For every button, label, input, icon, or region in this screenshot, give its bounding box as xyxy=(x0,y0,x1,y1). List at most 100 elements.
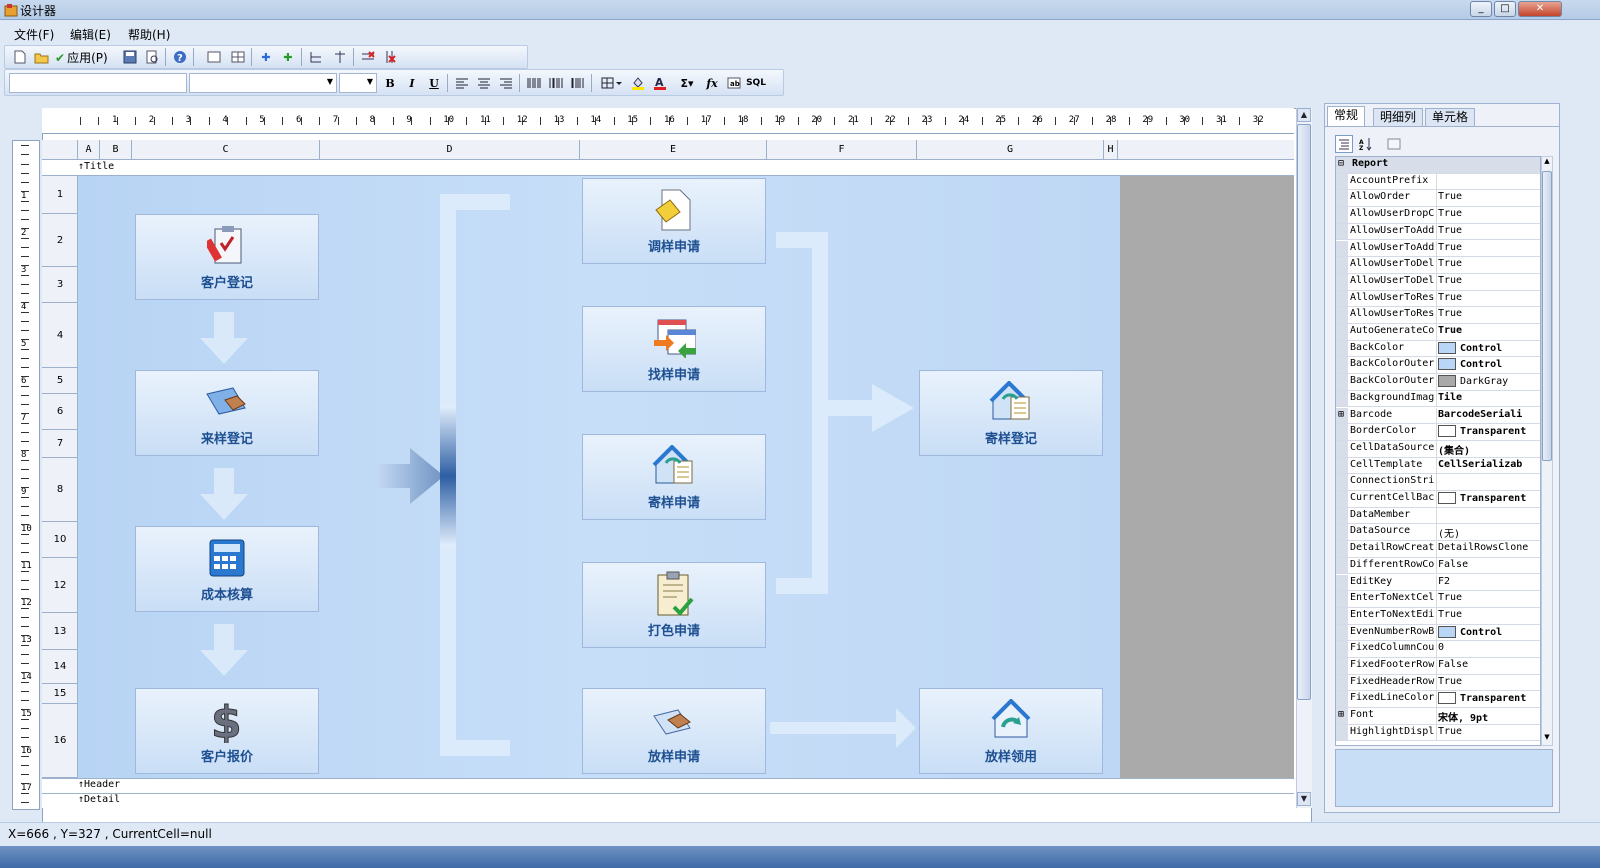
tree-down-icon[interactable] xyxy=(331,48,349,66)
property-value[interactable]: DetailRowsClone xyxy=(1438,542,1538,553)
property-value[interactable]: True xyxy=(1438,242,1538,253)
property-value[interactable]: Control xyxy=(1438,358,1538,371)
row-header-cell[interactable]: 6 xyxy=(42,394,78,430)
card-sample-send[interactable]: 寄样申请 xyxy=(582,434,766,520)
property-row[interactable]: HighlightDispl True xyxy=(1336,724,1540,742)
scroll-up-icon[interactable]: ▲ xyxy=(1297,108,1311,122)
property-row[interactable]: FixedColumnCou 0 xyxy=(1336,641,1540,658)
property-row[interactable]: FixedLineColor Transparent xyxy=(1336,691,1540,709)
property-value[interactable]: False xyxy=(1438,659,1538,670)
property-value[interactable]: True xyxy=(1438,275,1538,286)
tree-left-icon[interactable] xyxy=(307,48,325,66)
property-row[interactable]: FixedHeaderRow True xyxy=(1336,674,1540,692)
property-value[interactable]: Control xyxy=(1438,625,1538,638)
menu-file[interactable]: 文件(F) xyxy=(14,26,54,43)
corner-cell[interactable] xyxy=(42,140,78,159)
grid-frame-icon[interactable] xyxy=(229,48,247,66)
property-row[interactable]: AllowUserToAdd True xyxy=(1336,240,1540,258)
property-row[interactable]: BackColorOuter DarkGray xyxy=(1336,374,1540,391)
open-icon[interactable] xyxy=(33,48,51,66)
column-header-cell[interactable]: B xyxy=(100,140,132,159)
property-value[interactable]: (集合) xyxy=(1438,442,1538,457)
align-right-icon[interactable] xyxy=(497,74,515,92)
row-header-cell[interactable]: 15 xyxy=(42,684,78,704)
property-value[interactable]: CellSerializab xyxy=(1438,459,1538,470)
font-color-icon[interactable]: A xyxy=(651,74,669,92)
property-value[interactable]: BarcodeSeriali xyxy=(1438,409,1538,420)
property-row[interactable]: AllowUserToRes True xyxy=(1336,290,1540,308)
property-row[interactable]: CellTemplate CellSerializab xyxy=(1336,457,1540,475)
bold-button[interactable]: B xyxy=(381,74,399,92)
minimize-button[interactable]: _ xyxy=(1470,1,1492,17)
sum-icon[interactable]: Σ▾ xyxy=(675,74,699,92)
font-name-select[interactable]: ▼ xyxy=(189,73,337,93)
underline-button[interactable]: U xyxy=(425,74,443,92)
card-sample-send-register[interactable]: 寄样登记 xyxy=(919,370,1103,456)
label-icon[interactable]: ab xyxy=(725,74,743,92)
help-icon[interactable]: ? xyxy=(171,48,189,66)
property-row[interactable]: EvenNumberRowB Control xyxy=(1336,624,1540,642)
property-value[interactable]: True xyxy=(1438,258,1538,269)
fill-color-icon[interactable] xyxy=(629,74,647,92)
property-value[interactable]: True xyxy=(1438,592,1538,603)
sort-alpha-icon[interactable]: AZ xyxy=(1357,135,1375,153)
card-customer-register[interactable]: 客户登记 xyxy=(135,214,319,300)
new-icon[interactable] xyxy=(11,48,29,66)
column-header-cell[interactable]: F xyxy=(767,140,917,159)
row-header-cell[interactable]: 2 xyxy=(42,214,78,267)
property-scroll-thumb[interactable] xyxy=(1542,171,1552,461)
scroll-thumb[interactable] xyxy=(1297,124,1311,700)
card-sample-search[interactable]: 找样申请 xyxy=(582,306,766,392)
card-customer-quote[interactable]: $ 客户报价 xyxy=(135,688,319,774)
property-row[interactable]: DataSource (无) xyxy=(1336,524,1540,542)
property-value[interactable]: Control xyxy=(1438,341,1538,354)
single-frame-icon[interactable] xyxy=(205,48,223,66)
row-header-cell[interactable]: 12 xyxy=(42,558,78,613)
property-value[interactable]: 0 xyxy=(1438,642,1538,653)
property-value[interactable]: True xyxy=(1438,191,1538,202)
column-header-cell[interactable]: C xyxy=(132,140,320,159)
column-header-cell[interactable]: E xyxy=(580,140,767,159)
property-value[interactable]: Tile xyxy=(1438,392,1538,403)
property-row[interactable]: DetailRowCreat DetailRowsClone xyxy=(1336,541,1540,558)
property-row[interactable]: AllowOrder True xyxy=(1336,190,1540,208)
menu-help[interactable]: 帮助(H) xyxy=(128,26,170,43)
property-row[interactable]: FixedFooterRow False xyxy=(1336,658,1540,675)
align-left-icon[interactable] xyxy=(453,74,471,92)
tab-detail-columns[interactable]: 明细列 xyxy=(1373,108,1424,126)
property-pages-icon[interactable] xyxy=(1385,135,1403,153)
property-row[interactable]: AllowUserToRes True xyxy=(1336,307,1540,324)
scroll-up-icon[interactable]: ▲ xyxy=(1542,157,1552,169)
expand-icon[interactable]: ⊞ xyxy=(1338,409,1344,420)
font-size-select[interactable]: ▼ xyxy=(339,73,377,93)
property-value[interactable]: True xyxy=(1438,308,1538,319)
property-row[interactable]: AccountPrefix xyxy=(1336,173,1540,191)
tab-general[interactable]: 常规 xyxy=(1327,106,1366,126)
barcode-icon[interactable] xyxy=(525,74,543,92)
property-value[interactable]: F2 xyxy=(1438,576,1538,587)
property-value[interactable]: True xyxy=(1438,225,1538,236)
categorized-icon[interactable] xyxy=(1335,135,1353,153)
card-sample-release[interactable]: 放样申请 xyxy=(582,688,766,774)
row-header-cell[interactable]: 4 xyxy=(42,303,78,368)
print-preview-icon[interactable] xyxy=(143,48,161,66)
card-sample-release-receive[interactable]: 放样领用 xyxy=(919,688,1103,774)
property-value[interactable]: 宋体, 9pt xyxy=(1438,709,1538,724)
align-center-icon[interactable] xyxy=(475,74,493,92)
column-header-cell[interactable]: H xyxy=(1104,140,1118,159)
function-icon[interactable]: fx xyxy=(703,74,721,92)
property-value[interactable]: Transparent xyxy=(1438,692,1538,705)
property-row[interactable]: ConnectionStri xyxy=(1336,474,1540,491)
property-value[interactable]: Transparent xyxy=(1438,492,1538,504)
property-row[interactable]: AutoGenerateCo True xyxy=(1336,324,1540,341)
property-value[interactable]: True xyxy=(1438,609,1538,620)
maximize-button[interactable]: □ xyxy=(1494,1,1516,17)
row-header-cell[interactable]: 16 xyxy=(42,704,78,778)
property-row[interactable]: ⊞ Font 宋体, 9pt xyxy=(1336,708,1540,725)
sql-icon[interactable]: SQL xyxy=(746,74,766,92)
row-header-cell[interactable]: 7 xyxy=(42,430,78,458)
property-row[interactable]: ⊞ Barcode BarcodeSeriali xyxy=(1336,407,1540,425)
property-row[interactable]: BackgroundImag Tile xyxy=(1336,390,1540,408)
property-value[interactable]: (无) xyxy=(1438,525,1538,540)
menu-edit[interactable]: 编辑(E) xyxy=(70,26,111,43)
